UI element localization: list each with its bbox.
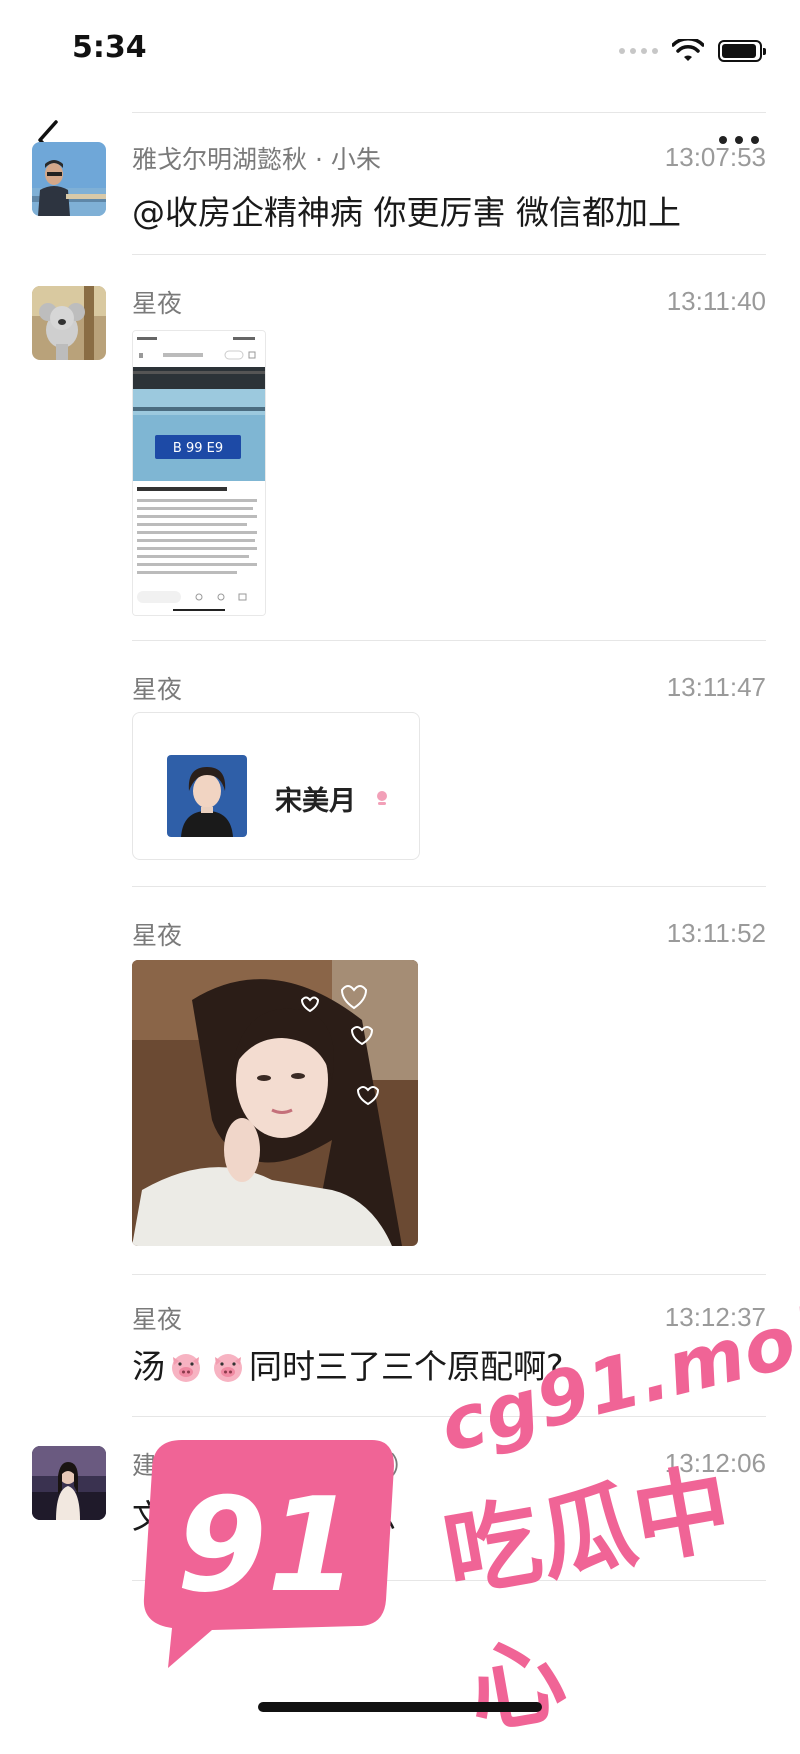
status-time: 5:34 — [72, 30, 147, 65]
message-item[interactable]: 雅戈尔明湖懿秋 · 小朱 13:07:53 @收房企精神病 你更厉害 微信都加上 — [0, 112, 800, 254]
message-time: 13:11:47 — [666, 672, 766, 702]
photo-attachment[interactable] — [132, 960, 418, 1246]
wifi-icon — [672, 39, 704, 61]
message-text: 汤 同时三了三个原配啊? — [132, 1340, 564, 1388]
message-item[interactable]: 建发朗云 环环（可指定） 13:12:06 文字上是这个意思 — [0, 1416, 800, 1580]
home-indicator[interactable] — [258, 1702, 542, 1712]
sender-name: 建发朗云 环环（可指定） — [132, 1451, 415, 1480]
avatar[interactable] — [32, 286, 106, 360]
message-text-part: 汤 — [132, 1347, 165, 1386]
message-item[interactable]: 星夜 13:11:40 B 99 E9 — [0, 254, 800, 640]
message-time: 13:07:53 — [664, 142, 766, 172]
sender-name: 雅戈尔明湖懿秋 · 小朱 — [132, 145, 381, 174]
sender-name: 星夜 — [132, 289, 183, 318]
message-time: 13:12:06 — [664, 1448, 766, 1478]
sender-name: 星夜 — [132, 675, 183, 704]
message-item[interactable]: 星夜 13:12:37 汤 同时三了三个原配啊? — [0, 1274, 800, 1416]
screenshot-attachment[interactable]: B 99 E9 — [132, 330, 266, 616]
message-item[interactable]: 星夜 13:11:52 — [0, 886, 800, 1274]
contact-avatar — [167, 755, 247, 837]
sender-name: 星夜 — [132, 921, 183, 950]
pig-face-emoji-icon — [214, 1354, 242, 1382]
battery-icon — [718, 40, 766, 62]
license-plate: B 99 E9 — [173, 441, 223, 456]
message-text: @收房企精神病 你更厉害 微信都加上 — [132, 193, 681, 232]
female-gender-icon — [377, 791, 387, 805]
message-text: 文字上是这个意思 — [132, 1497, 396, 1536]
message-time: 13:11:52 — [666, 918, 766, 948]
pig-face-emoji-icon — [172, 1354, 200, 1382]
status-bar: 5:34 — [0, 0, 800, 100]
message-item[interactable]: 星夜 13:11:47 宋美月 — [0, 640, 800, 886]
status-icons — [619, 36, 766, 66]
avatar[interactable] — [32, 1446, 106, 1520]
signal-icon — [619, 48, 658, 54]
sender-name: 星夜 — [132, 1305, 183, 1334]
message-time: 13:11:40 — [666, 286, 766, 316]
avatar[interactable] — [32, 142, 106, 216]
message-text-part: 同时三了三个原配啊? — [249, 1347, 564, 1386]
contact-name: 宋美月 — [275, 786, 356, 817]
message-time: 13:12:37 — [664, 1302, 766, 1332]
divider — [132, 1580, 766, 1581]
contact-card[interactable]: 宋美月 — [132, 712, 420, 860]
